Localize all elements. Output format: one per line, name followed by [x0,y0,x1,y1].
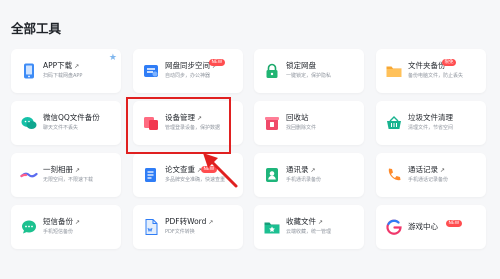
annotation-arrow [203,153,238,188]
